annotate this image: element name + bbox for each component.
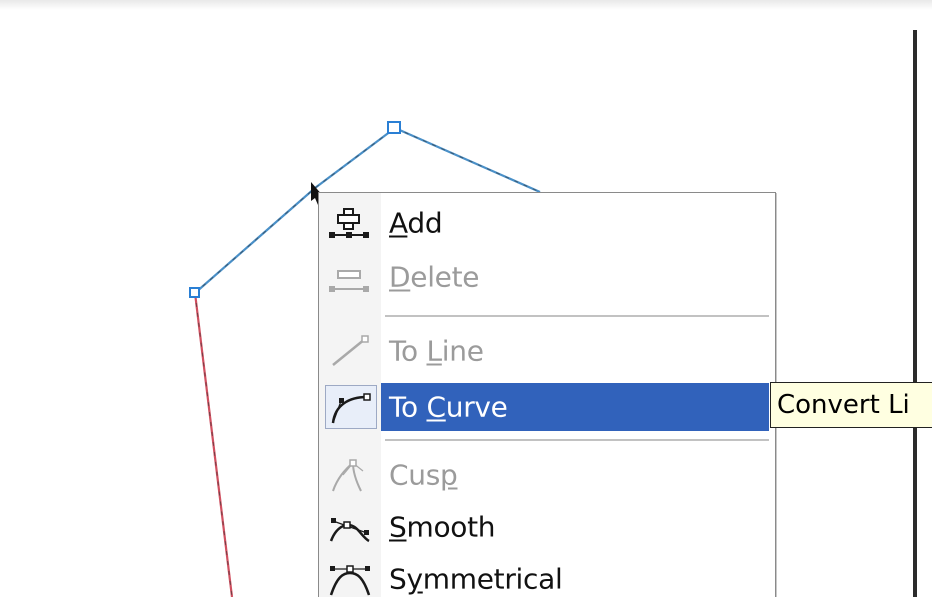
accelerator-key: D: [389, 260, 411, 294]
menu-item-to-line[interactable]: To Line: [319, 327, 775, 375]
delete-node-icon: [329, 270, 369, 292]
smooth-icon: [329, 518, 370, 543]
tooltip-text: Convert Li: [777, 390, 910, 420]
drawing-canvas[interactable]: Add Delete To Line To Curve Cusp Smooth …: [0, 0, 932, 597]
accelerator-key: S: [389, 510, 407, 544]
menu-separator: [385, 315, 769, 317]
menu-item-cusp[interactable]: Cusp: [319, 451, 775, 499]
accelerator-key: p: [440, 458, 458, 492]
accelerator-key: C: [426, 390, 446, 424]
accelerator-key: L: [426, 334, 442, 368]
menu-item-delete[interactable]: Delete: [319, 253, 775, 301]
menu-item-to-curve[interactable]: To Curve: [319, 383, 775, 431]
path-node[interactable]: [189, 287, 200, 298]
add-node-icon: [329, 208, 369, 238]
canvas-right-border: [913, 30, 917, 597]
cusp-icon: [332, 459, 364, 492]
to-curve-icon: [331, 393, 371, 424]
menu-item-add[interactable]: Add: [319, 199, 775, 247]
menu-item-symmetrical[interactable]: Symmetrical: [319, 555, 775, 597]
to-line-icon: [332, 335, 369, 366]
menu-item-smooth[interactable]: Smooth: [319, 503, 775, 551]
tooltip: Convert Li: [770, 382, 932, 428]
menu-separator: [385, 439, 769, 441]
symmetrical-icon: [329, 565, 371, 596]
node-context-menu: Add Delete To Line To Curve Cusp Smooth …: [318, 192, 776, 597]
path-node[interactable]: [387, 121, 401, 134]
accelerator-key: y: [406, 562, 423, 596]
accelerator-key: A: [389, 206, 408, 240]
